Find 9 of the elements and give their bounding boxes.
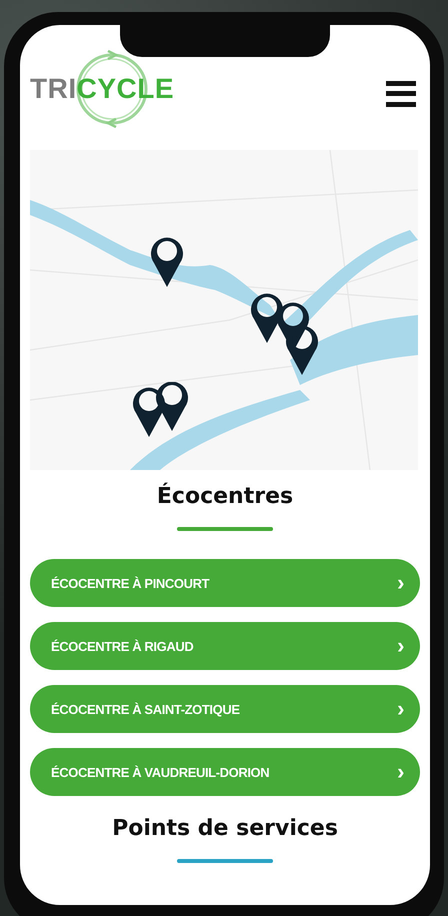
map-drawing[interactable]: [30, 150, 418, 470]
section-title: Points de services: [112, 816, 338, 841]
ecocentre-button[interactable]: ÉCOCENTRE À VAUDREUIL-DORION ›: [30, 748, 420, 796]
ecocentre-button[interactable]: ÉCOCENTRE À SAINT-ZOTIQUE ›: [30, 685, 420, 733]
tricycle-logo[interactable]: TRICYCLE: [30, 48, 174, 128]
menu-icon[interactable]: [386, 80, 416, 106]
ecocentre-button[interactable]: ÉCOCENTRE À PINCOURT ›: [30, 559, 420, 607]
section-title: Écocentres: [156, 484, 294, 509]
ecocentre-button[interactable]: ÉCOCENTRE À RIGAUD ›: [30, 622, 420, 670]
